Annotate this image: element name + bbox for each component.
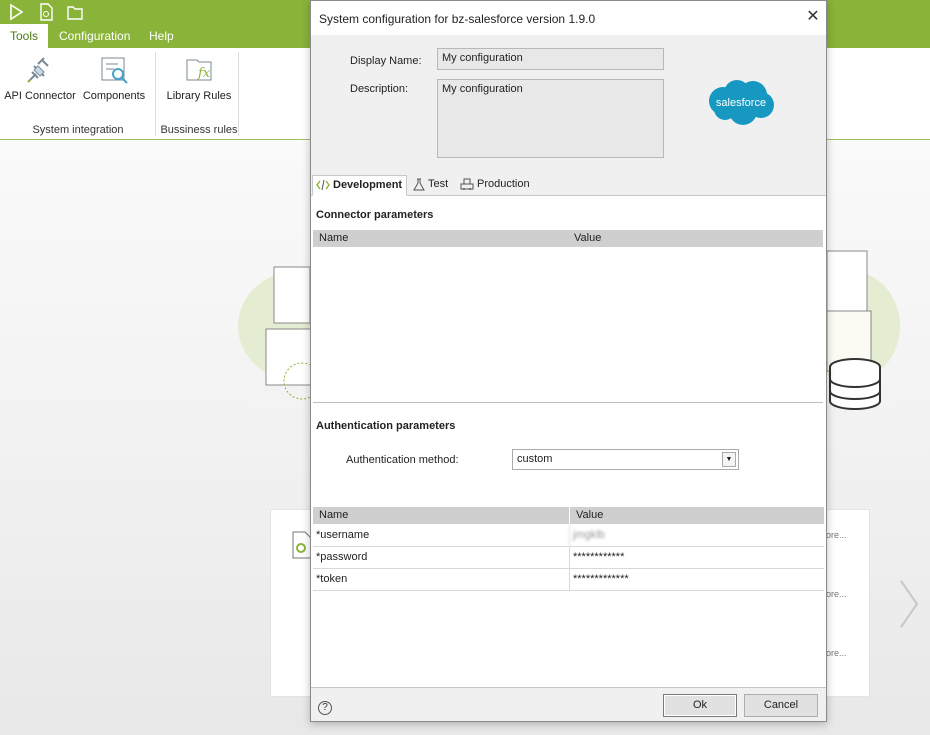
group-system-integration: System integration <box>32 124 124 136</box>
table-row[interactable]: *password ************ <box>313 547 824 569</box>
environment-tabs: Development Test Production <box>311 172 826 196</box>
ribbon-separator <box>155 52 156 136</box>
tab-production[interactable]: Production <box>457 175 534 196</box>
auth-grid-header: Name Value <box>313 507 824 524</box>
authentication-method-value: custom <box>517 453 553 465</box>
flask-icon <box>413 178 425 191</box>
auth-col-name: Name <box>319 509 349 521</box>
connector-col-value: Value <box>574 232 602 244</box>
auth-param-name: *username <box>316 529 370 541</box>
auth-param-name: *password <box>316 551 368 563</box>
library-rules-label: Library Rules <box>166 90 232 102</box>
chevron-down-icon[interactable]: ▼ <box>722 452 736 467</box>
display-name-field[interactable]: My configuration <box>437 48 664 70</box>
tab-production-label: Production <box>477 178 530 190</box>
ribbon-separator <box>238 52 239 136</box>
connector-col-name: Name <box>319 232 349 244</box>
menu-tools[interactable]: Tools <box>0 24 49 48</box>
connector-parameters-title: Connector parameters <box>316 209 434 221</box>
tab-development-label: Development <box>333 179 403 191</box>
next-arrow-icon[interactable] <box>898 579 920 629</box>
authentication-method-label: Authentication method: <box>346 454 459 466</box>
auth-col-value: Value <box>569 507 603 524</box>
group-business-rules: Bussiness rules <box>160 124 238 136</box>
factory-icon <box>460 178 474 191</box>
card-more-link[interactable]: ore... <box>826 530 847 540</box>
salesforce-logo-text: salesforce <box>716 97 766 109</box>
components-label: Components <box>82 90 146 102</box>
api-connector-button[interactable]: API Connector <box>3 54 77 110</box>
plug-icon <box>27 57 49 83</box>
auth-param-name: *token <box>316 573 348 585</box>
table-row[interactable]: *username jmgklb <box>313 525 824 547</box>
connector-grid-header: Name Value <box>313 230 823 247</box>
section-divider <box>313 402 823 403</box>
password-value[interactable]: ************ <box>569 547 824 568</box>
description-field[interactable]: My configuration <box>437 79 664 158</box>
token-value[interactable]: ************* <box>569 569 824 590</box>
new-document-icon[interactable] <box>36 2 56 22</box>
svg-text:fx: fx <box>197 66 211 81</box>
tab-test[interactable]: Test <box>410 175 452 196</box>
help-icon[interactable]: ? <box>318 701 332 715</box>
dialog-title: System configuration for bz-salesforce v… <box>319 12 596 26</box>
authentication-parameters-title: Authentication parameters <box>316 420 456 432</box>
components-icon <box>101 57 128 84</box>
dialog-footer: ? Ok Cancel <box>311 687 826 721</box>
menu-help[interactable]: Help <box>139 24 184 48</box>
system-configuration-dialog: System configuration for bz-salesforce v… <box>310 0 827 722</box>
username-value[interactable]: jmgklb <box>569 525 824 546</box>
function-icon: fx <box>186 59 212 81</box>
close-icon[interactable]: ✕ <box>803 7 823 27</box>
card-more-link[interactable]: ore... <box>826 589 847 599</box>
table-row[interactable]: *token ************* <box>313 569 824 591</box>
dialog-title-bar: System configuration for bz-salesforce v… <box>311 1 826 35</box>
ok-button[interactable]: Ok <box>663 694 737 717</box>
cancel-button[interactable]: Cancel <box>744 694 818 717</box>
menu-configuration[interactable]: Configuration <box>49 24 140 48</box>
salesforce-logo: salesforce <box>709 80 774 125</box>
display-name-label: Display Name: <box>350 55 422 67</box>
open-folder-icon[interactable] <box>65 2 85 22</box>
components-button[interactable]: Components <box>80 54 148 110</box>
tab-test-label: Test <box>428 178 449 190</box>
api-connector-label: API Connector <box>4 90 76 102</box>
library-rules-button[interactable]: fx Library Rules <box>164 54 234 110</box>
authentication-method-select[interactable]: custom ▼ <box>512 449 739 470</box>
code-icon <box>316 179 330 191</box>
description-label: Description: <box>350 83 409 95</box>
run-icon[interactable] <box>6 2 26 22</box>
card-more-link[interactable]: ore... <box>826 648 847 658</box>
tab-development[interactable]: Development <box>312 175 408 196</box>
database-illustration-icon <box>826 250 881 410</box>
